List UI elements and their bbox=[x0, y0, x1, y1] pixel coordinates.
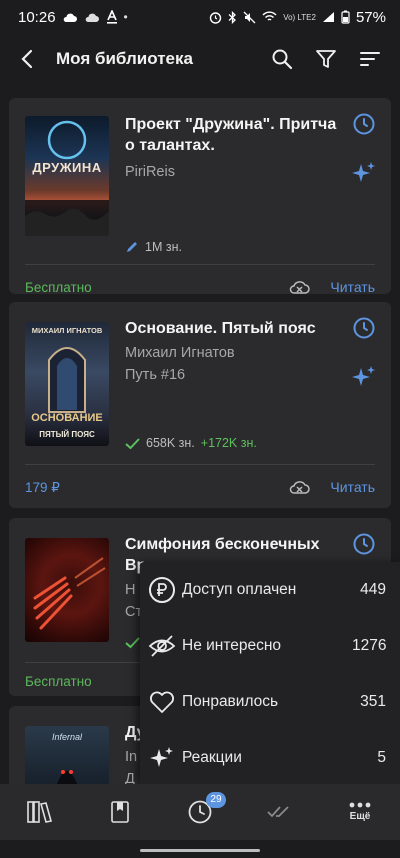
battery-icon bbox=[341, 10, 350, 24]
more-dots-icon bbox=[349, 802, 371, 808]
battery-percent: 57% bbox=[355, 8, 386, 26]
sparkle-icon bbox=[150, 747, 173, 767]
popup-item-count: 1276 bbox=[352, 637, 387, 654]
cover-title: ДРУЖИНА bbox=[32, 160, 102, 175]
book-price: Бесплатно bbox=[25, 674, 92, 689]
heart-icon bbox=[150, 691, 174, 713]
dot-icon: • bbox=[123, 10, 128, 24]
popup-item-label: Не интересно bbox=[182, 637, 282, 654]
popup-item-label: Понравилось bbox=[182, 693, 279, 710]
ruble-circle-icon bbox=[149, 577, 175, 603]
signal-icon bbox=[322, 12, 334, 22]
book-size: 1M зн. bbox=[145, 240, 182, 254]
eye-off-icon bbox=[148, 635, 176, 657]
popup-item-count: 449 bbox=[360, 581, 386, 598]
home-indicator[interactable] bbox=[140, 849, 260, 852]
nav-library[interactable] bbox=[0, 784, 80, 840]
popup-item-not-interested[interactable]: Не интересно 1276 bbox=[140, 618, 400, 674]
nav-more[interactable]: Ещё bbox=[320, 784, 400, 840]
alarm-icon bbox=[210, 11, 222, 24]
book-meta: 1M зн. bbox=[125, 240, 182, 254]
cover-art bbox=[33, 557, 106, 630]
sort-icon bbox=[360, 52, 380, 66]
cover-author: МИХАИЛ ИГНАТОВ bbox=[31, 326, 103, 335]
popup-item-label: Реакции bbox=[182, 749, 242, 766]
popup-item-reactions[interactable]: Реакции 5 bbox=[140, 730, 400, 786]
check-icon bbox=[125, 437, 140, 449]
book-title[interactable]: Проект "Дружина". Притча о талантах. bbox=[125, 114, 337, 156]
popup-item-label: Доступ оплачен bbox=[182, 581, 297, 598]
cover-title: ОСНОВАНИЕ bbox=[31, 412, 103, 424]
page-title: Моя библиотека bbox=[56, 49, 193, 68]
back-button[interactable] bbox=[0, 34, 56, 84]
book-size-added: +172K зн. bbox=[200, 436, 257, 450]
nav-read[interactable] bbox=[240, 784, 320, 840]
cloud-off-icon[interactable] bbox=[289, 278, 311, 296]
double-check-icon bbox=[267, 806, 289, 818]
popup-item-paid[interactable]: Доступ оплачен 449 bbox=[140, 562, 400, 618]
filter-button[interactable] bbox=[306, 39, 346, 79]
book-cover[interactable] bbox=[25, 538, 109, 642]
status-time: 10:26 bbox=[18, 8, 56, 26]
read-button[interactable]: Читать bbox=[330, 479, 375, 495]
network-label: Vo) LTE2 bbox=[283, 12, 316, 22]
book-cover[interactable]: Infernal bbox=[25, 726, 109, 784]
book-series[interactable]: Путь #16 bbox=[125, 367, 337, 383]
book-cover[interactable]: МИХАИЛ ИГНАТОВ ОСНОВАНИЕ ПЯТЫЙ ПОЯС bbox=[25, 322, 109, 446]
clock-icon[interactable] bbox=[352, 532, 376, 556]
mute-icon bbox=[243, 11, 256, 23]
clock-icon[interactable] bbox=[352, 316, 376, 340]
book-price: Бесплатно bbox=[25, 280, 92, 295]
pencil-icon bbox=[127, 242, 137, 252]
popup-item-count: 5 bbox=[377, 749, 386, 766]
bluetooth-icon bbox=[228, 10, 237, 24]
bottom-navigation: 29 Ещё bbox=[0, 784, 400, 840]
book-author[interactable]: PiriReis bbox=[125, 164, 337, 180]
book-card[interactable]: ДРУЖИНА Проект "Дружина". Притча о талан… bbox=[9, 98, 391, 296]
weather-icon bbox=[63, 13, 77, 22]
cover-art bbox=[25, 120, 109, 236]
card-divider bbox=[25, 464, 375, 465]
filter-icon bbox=[316, 50, 336, 68]
book-title[interactable]: Основание. Пятый пояс bbox=[125, 318, 337, 339]
search-button[interactable] bbox=[262, 39, 302, 79]
nav-bookmarks[interactable] bbox=[80, 784, 160, 840]
popup-item-liked[interactable]: Понравилось 351 bbox=[140, 674, 400, 730]
sparkle-icon[interactable] bbox=[351, 160, 377, 186]
status-bar: 10:26 • Vo) LTE2 57% bbox=[0, 0, 400, 34]
later-count-badge: 29 bbox=[206, 792, 226, 808]
popup-item-count: 351 bbox=[360, 693, 386, 710]
book-bookmark-icon bbox=[111, 801, 129, 823]
cloud-icon bbox=[85, 13, 99, 22]
cover-art bbox=[48, 347, 86, 413]
cover-subtitle: ПЯТЫЙ ПОЯС bbox=[39, 430, 95, 439]
library-icon bbox=[27, 801, 53, 823]
search-icon bbox=[272, 49, 293, 70]
cloud-off-icon[interactable] bbox=[289, 478, 311, 496]
sparkle-icon[interactable] bbox=[351, 364, 377, 390]
library-filter-popup: Доступ оплачен 449 Не интересно 1276 Пон… bbox=[140, 562, 400, 784]
card-divider bbox=[25, 264, 375, 265]
book-size: 658K зн. bbox=[146, 436, 195, 450]
book-price: 179 ₽ bbox=[25, 480, 60, 495]
read-button[interactable]: Читать bbox=[330, 279, 375, 295]
book-cover[interactable]: ДРУЖИНА bbox=[25, 116, 109, 236]
app-bar: Моя библиотека bbox=[0, 34, 400, 84]
check-icon bbox=[125, 637, 140, 649]
back-arrow-icon bbox=[21, 49, 33, 69]
book-meta: 658K зн. +172K зн. bbox=[125, 436, 257, 450]
cover-title: Infernal bbox=[51, 732, 83, 742]
book-card[interactable]: МИХАИЛ ИГНАТОВ ОСНОВАНИЕ ПЯТЫЙ ПОЯС Осно… bbox=[9, 302, 391, 508]
book-author[interactable]: Михаил Игнатов bbox=[125, 345, 337, 361]
clock-icon[interactable] bbox=[352, 112, 376, 136]
sort-button[interactable] bbox=[350, 39, 390, 79]
nav-more-label: Ещё bbox=[349, 811, 371, 822]
gesture-area bbox=[0, 840, 400, 858]
nav-later[interactable]: 29 bbox=[160, 784, 240, 840]
text-format-icon bbox=[106, 10, 117, 24]
wifi-icon bbox=[262, 11, 277, 21]
